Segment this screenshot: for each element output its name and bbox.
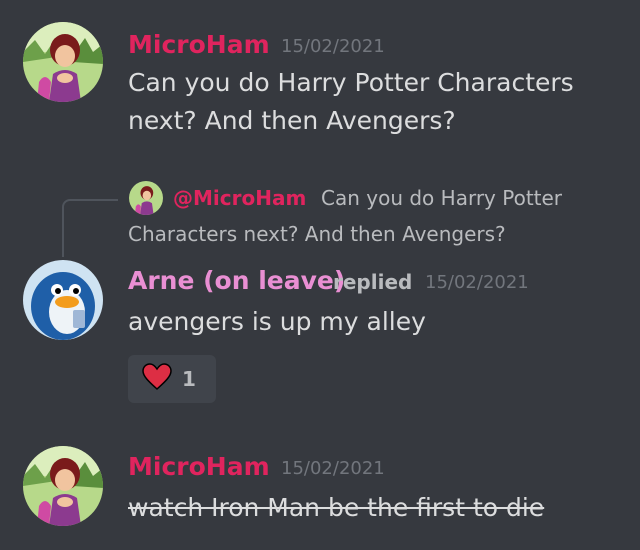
username[interactable]: Arne (on leave) — [128, 266, 345, 296]
reaction-button[interactable]: 1 — [128, 355, 216, 403]
message-text-line-1: Can you do Harry Potter Characters — [128, 68, 574, 97]
reply-preview-text-line-2[interactable]: Characters next? And then Avengers? — [128, 220, 506, 248]
avatar[interactable] — [23, 22, 103, 102]
username[interactable]: MicroHam — [128, 452, 270, 482]
reply-connector — [62, 199, 118, 257]
avatar[interactable] — [23, 260, 103, 340]
chat-log: MicroHam 15/02/2021 Can you do Harry Pot… — [0, 0, 640, 550]
reply-preview-text-line-1[interactable]: Can you do Harry Potter — [321, 184, 562, 212]
replied-label: replied — [333, 270, 413, 294]
reply-mention[interactable]: @MicroHam — [173, 184, 306, 212]
message-text-strikethrough: watch Iron Man be the first to die — [128, 493, 545, 522]
timestamp: 15/02/2021 — [425, 272, 529, 293]
username[interactable]: MicroHam — [128, 30, 270, 60]
timestamp: 15/02/2021 — [281, 36, 385, 57]
timestamp: 15/02/2021 — [281, 458, 385, 479]
reaction-count: 1 — [182, 367, 196, 391]
message-text-line-2: next? And then Avengers? — [128, 106, 456, 135]
message-text: avengers is up my alley — [128, 307, 426, 336]
reply-avatar[interactable] — [129, 181, 163, 215]
heart-icon — [142, 363, 172, 395]
avatar[interactable] — [23, 446, 103, 526]
